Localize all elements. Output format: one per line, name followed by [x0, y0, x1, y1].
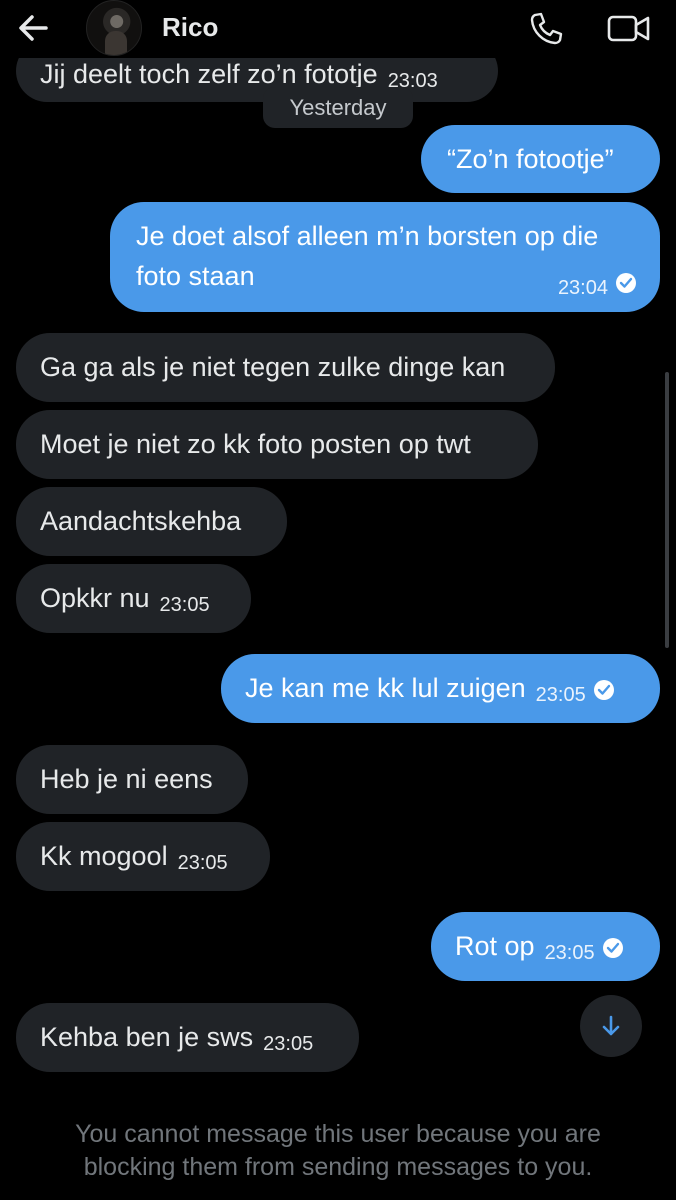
message-incoming[interactable]: Opkkr nu 23:05: [16, 564, 251, 633]
message-time: 23:05: [177, 852, 228, 874]
message-time: 23:05: [535, 684, 586, 706]
message-incoming[interactable]: Kk mogool 23:05: [16, 822, 270, 891]
blocked-notice: You cannot message this user because you…: [0, 1118, 676, 1184]
message-incoming[interactable]: Ga ga als je niet tegen zulke dinge kan: [16, 333, 555, 402]
message-time: 23:05: [263, 1033, 314, 1055]
video-call-icon: [607, 15, 650, 42]
message-time: 23:05: [159, 594, 210, 616]
message-time: 23:04: [557, 277, 608, 299]
message-outgoing[interactable]: Je kan me kk lul zuigen 23:05: [221, 654, 660, 723]
message-incoming[interactable]: Aandachtskehba: [16, 487, 287, 556]
message-text: Je doet alsof alleen m’n borsten op die …: [136, 221, 599, 291]
message-text: Rot op: [455, 931, 535, 961]
message-text: “Zo’n fotootje”: [447, 144, 614, 174]
message-incoming[interactable]: Moet je niet zo kk foto posten op twt: [16, 410, 538, 479]
read-check-icon: [616, 273, 636, 293]
scrollbar[interactable]: [665, 372, 669, 648]
message-text: Kehba ben je sws: [40, 1022, 254, 1052]
chat-header: Rico: [0, 0, 676, 58]
message-outgoing[interactable]: “Zo’n fotootje”: [421, 125, 660, 193]
phone-icon: [530, 12, 563, 45]
arrow-down-icon: [602, 1015, 620, 1036]
message-text: Heb je ni eens: [40, 764, 213, 794]
back-button[interactable]: [14, 10, 54, 46]
notice-line: blocking them from sending messages to y…: [83, 1153, 593, 1181]
read-check-icon: [602, 938, 623, 958]
message-text: Jij deelt toch zelf zo’n fototje: [40, 59, 378, 89]
message-text: Kk mogool: [40, 841, 168, 871]
message-outgoing[interactable]: Rot op 23:05: [431, 912, 660, 981]
message-text: Moet je niet zo kk foto posten op twt: [40, 429, 471, 459]
message-text: Je kan me kk lul zuigen: [245, 673, 526, 703]
message-text: Ga ga als je niet tegen zulke dinge kan: [40, 352, 506, 382]
date-divider: Yesterday: [263, 87, 413, 128]
back-arrow-icon: [19, 15, 48, 41]
avatar[interactable]: [86, 0, 142, 56]
message-outgoing[interactable]: Je doet alsof alleen m’n borsten op die …: [110, 202, 660, 312]
message-text: Aandachtskehba: [40, 506, 242, 536]
scroll-to-bottom-button[interactable]: [580, 995, 642, 1057]
message-text: Opkkr nu: [40, 583, 150, 613]
video-call-button[interactable]: [606, 10, 652, 46]
message-incoming[interactable]: Heb je ni eens: [16, 745, 248, 814]
read-check-icon: [593, 680, 614, 700]
notice-line: You cannot message this user because you…: [75, 1120, 601, 1148]
phone-call-button[interactable]: [526, 10, 566, 46]
message-time: 23:05: [544, 942, 595, 964]
contact-name[interactable]: Rico: [162, 12, 218, 43]
message-incoming[interactable]: Kehba ben je sws 23:05: [16, 1003, 359, 1072]
